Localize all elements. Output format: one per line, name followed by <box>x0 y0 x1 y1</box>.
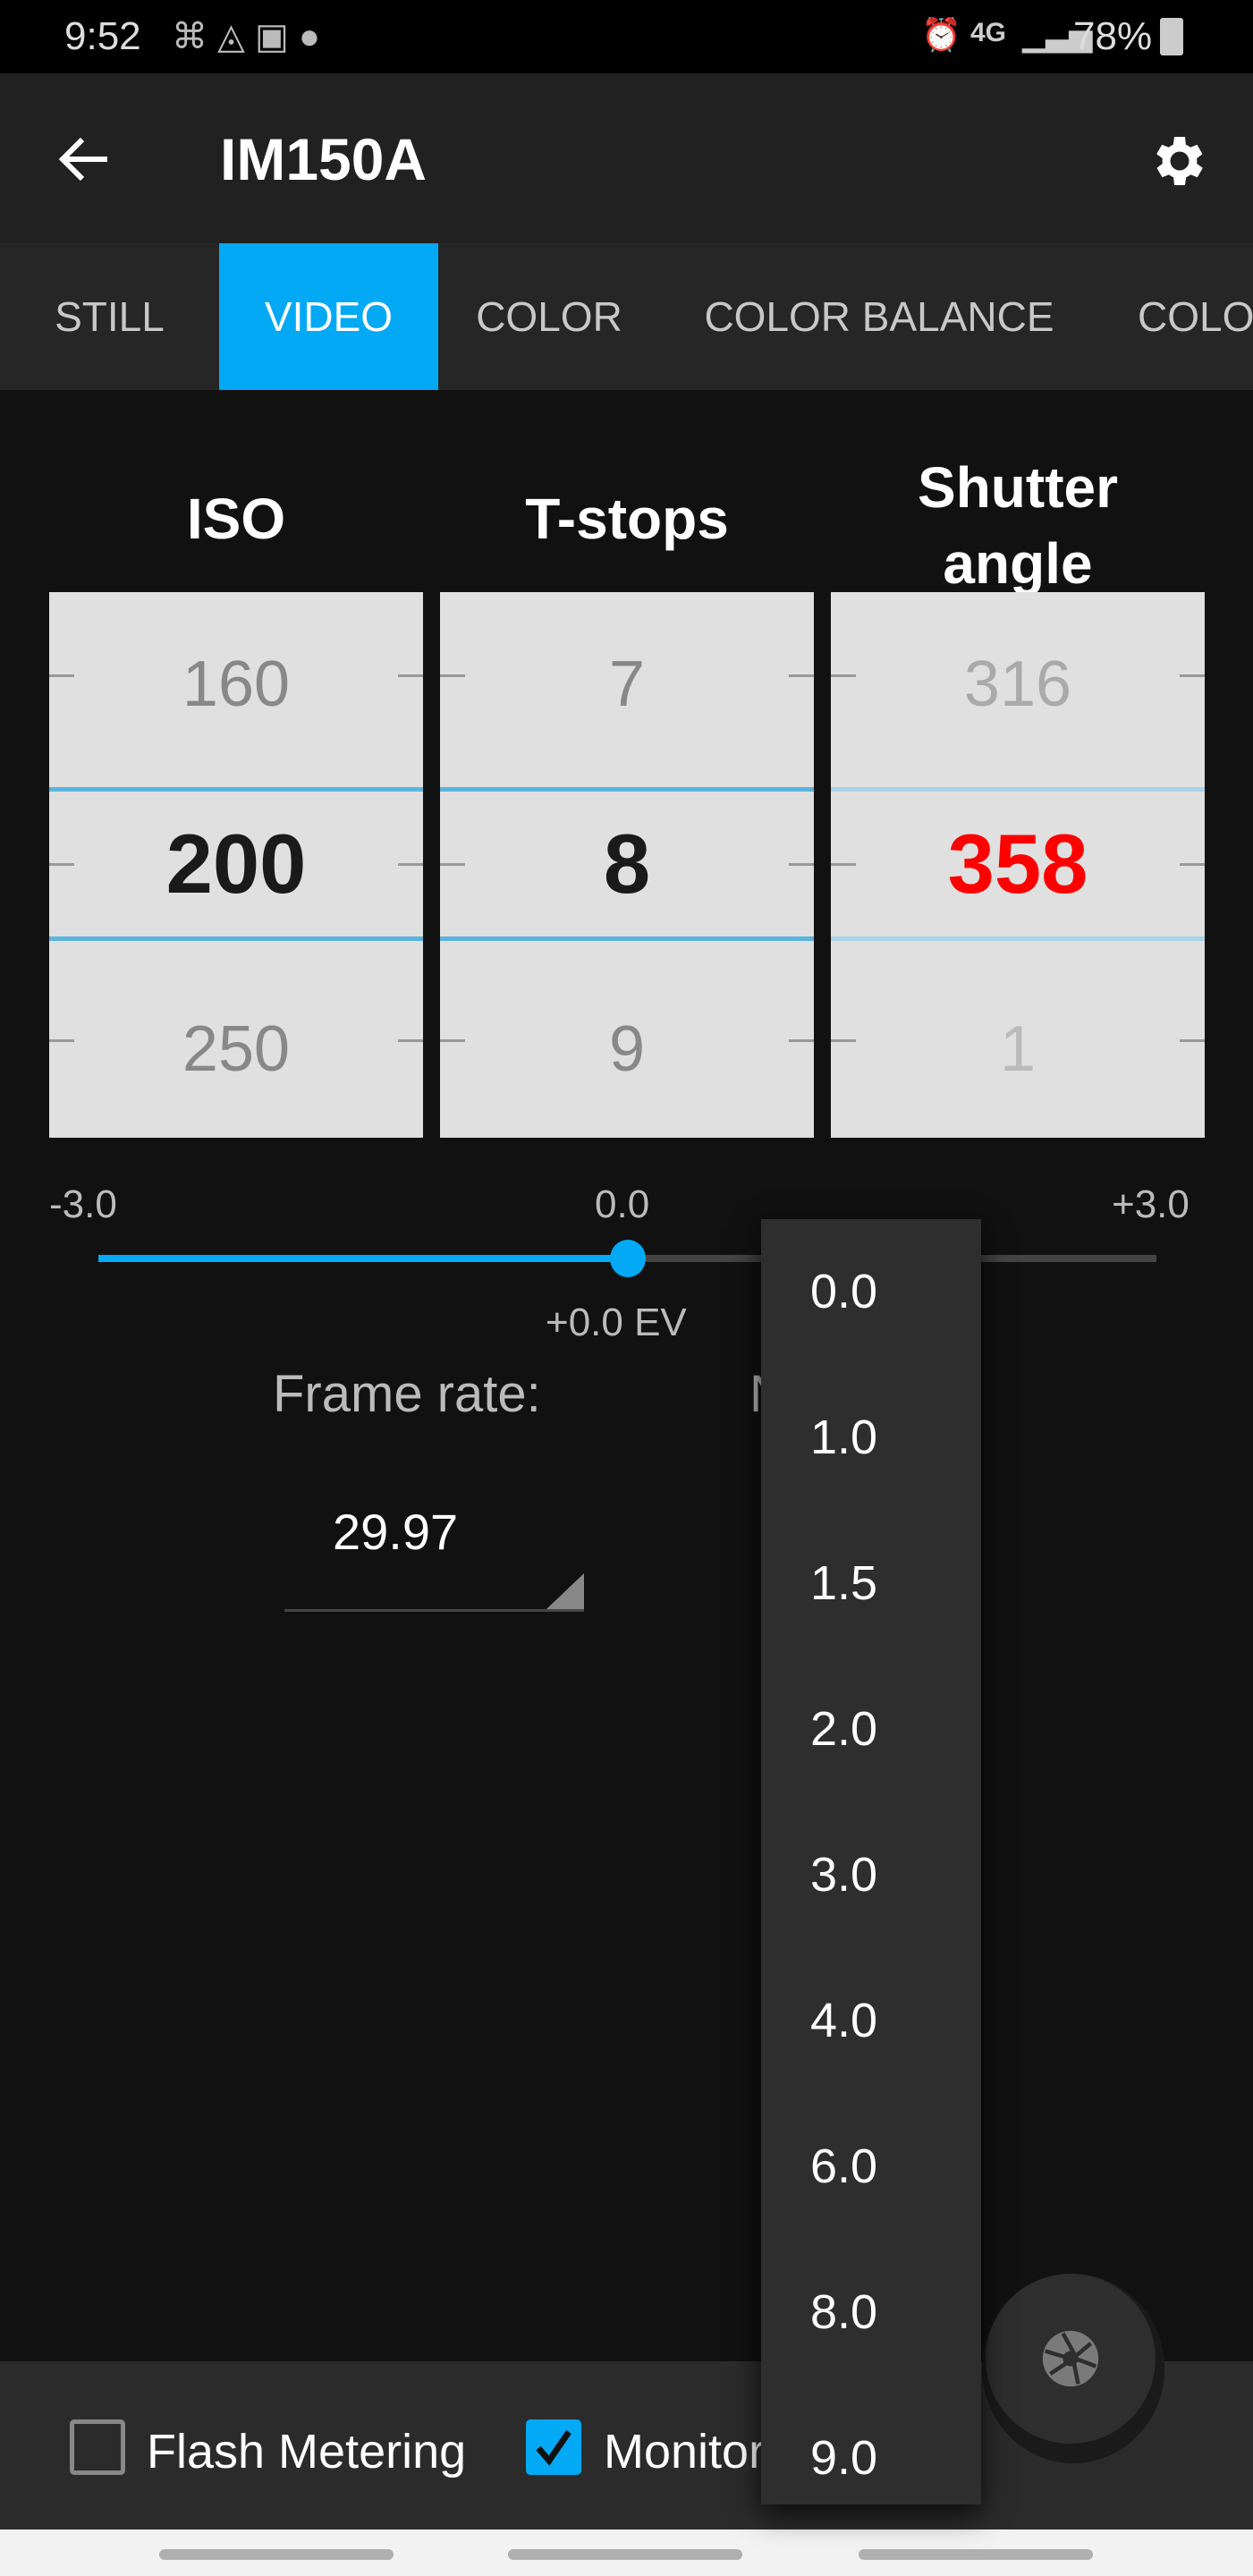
tab-still[interactable]: STILL <box>0 243 219 390</box>
spinner-arrow-icon <box>546 1573 584 1609</box>
flash-metering-label: Flash Metering <box>147 2425 467 2479</box>
status-time: 9:52 <box>64 14 141 58</box>
iso-header: ISO <box>186 487 286 551</box>
tab-color-more[interactable]: COLO <box>1138 243 1253 390</box>
ev-min-label: -3.0 <box>49 1182 117 1226</box>
ev-max-label: +3.0 <box>1112 1182 1190 1226</box>
iso-wheel[interactable]: 160 200 250 <box>49 592 423 1138</box>
shutter-angle-wheel[interactable]: 316 358 1 <box>831 592 1205 1138</box>
monitor-checkbox[interactable] <box>526 2419 581 2475</box>
ev-slider-fill <box>98 1255 628 1262</box>
ev-mid-label: 0.0 <box>595 1182 650 1226</box>
shutter-aperture-icon <box>1042 2330 1099 2387</box>
iso-prev: 160 <box>182 648 291 720</box>
dropdown-option[interactable]: 0.0 <box>810 1264 877 1319</box>
tab-color[interactable]: COLOR <box>438 243 660 390</box>
notification-icons: ⌘ ◬ ▣ ● <box>172 17 321 56</box>
tstops-header: T-stops <box>525 487 729 551</box>
battery-percent: 78% <box>1073 14 1153 58</box>
dropdown-option[interactable]: 1.5 <box>810 1555 877 1611</box>
network-type: 4G <box>970 18 1007 47</box>
app-bar: IM150A <box>0 73 1253 243</box>
dropdown-menu: 0.0 1.0 1.5 2.0 3.0 4.0 6.0 8.0 9.0 <box>761 1219 981 2504</box>
dropdown-option[interactable]: 8.0 <box>810 2284 877 2340</box>
frame-rate-label: Frame rate: <box>273 1365 541 1423</box>
ev-readout: +0.0 EV <box>546 1301 687 1344</box>
nav-back-button[interactable] <box>859 2549 1093 2560</box>
shutter-fab[interactable] <box>986 2274 1156 2444</box>
navigation-bar <box>0 2529 1253 2576</box>
ev-slider-track[interactable] <box>98 1240 1156 1277</box>
tab-video[interactable]: VIDEO <box>219 243 438 390</box>
frame-rate-spinner[interactable]: 29.97 <box>284 1485 584 1612</box>
iso-next: 250 <box>182 1013 291 1085</box>
shutter-next: 1 <box>999 1013 1037 1085</box>
arrow-left-icon[interactable] <box>57 134 111 184</box>
shutter-prev: 316 <box>963 648 1072 720</box>
monitor-label: Monitor <box>604 2425 766 2479</box>
dropdown-option[interactable]: 3.0 <box>810 1847 877 1902</box>
iso-current: 200 <box>165 817 307 911</box>
dropdown-option[interactable]: 4.0 <box>810 1993 877 2048</box>
shutter-header-line1: Shutter <box>918 455 1118 520</box>
shutter-header-line2: angle <box>943 531 1093 592</box>
tstops-next: 9 <box>608 1013 646 1085</box>
flash-metering-checkbox[interactable] <box>70 2419 125 2475</box>
dropdown-option[interactable]: 6.0 <box>810 2139 877 2194</box>
dropdown-option[interactable]: 2.0 <box>810 1701 877 1757</box>
dropdown-option[interactable]: 9.0 <box>810 2430 877 2486</box>
tab-bar: STILL VIDEO COLOR COLOR BALANCE COLO <box>0 243 1253 390</box>
check-icon <box>536 2430 571 2466</box>
frame-rate-value: 29.97 <box>333 1504 459 1560</box>
gear-icon[interactable] <box>1145 129 1209 193</box>
battery-icon <box>1160 18 1183 55</box>
tstops-current: 8 <box>603 817 651 911</box>
alarm-icon: ⏰ <box>921 16 961 53</box>
dropdown-option[interactable]: 1.0 <box>810 1410 877 1465</box>
status-bar: 9:52 ⌘ ◬ ▣ ● ⏰ 4G ▁▃▅ 78% <box>0 0 1253 73</box>
tab-color-balance[interactable]: COLOR BALANCE <box>660 243 1098 390</box>
page-title: IM150A <box>220 126 428 192</box>
tstops-prev: 7 <box>608 648 646 720</box>
tstops-wheel[interactable]: 7 8 9 <box>440 592 814 1138</box>
ev-slider-thumb[interactable] <box>609 1240 646 1277</box>
shutter-current: 358 <box>947 817 1088 911</box>
nav-recents-button[interactable] <box>159 2549 394 2560</box>
nav-home-button[interactable] <box>508 2549 742 2560</box>
